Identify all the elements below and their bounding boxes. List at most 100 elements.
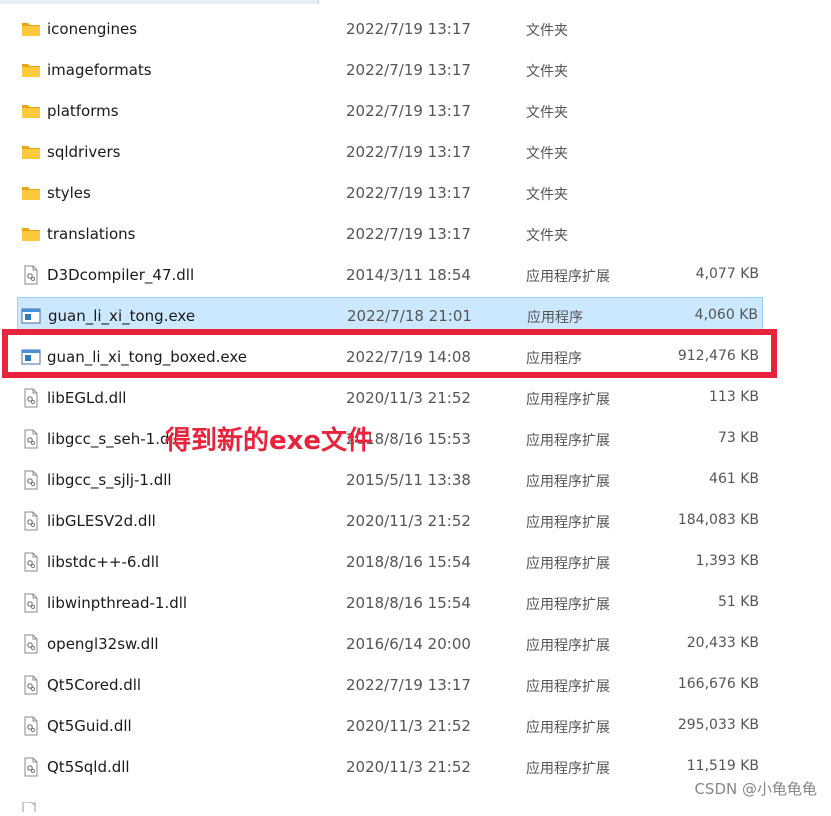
file-row[interactable]: libEGLd.dll 2020/11/3 21:52 应用程序扩展 113 KB xyxy=(17,379,763,417)
file-type: 应用程序扩展 xyxy=(526,761,610,777)
file-type: 文件夹 xyxy=(526,64,568,80)
column-divider[interactable] xyxy=(318,0,319,4)
file-date-modified: 2022/7/19 13:17 xyxy=(346,102,471,120)
file-date-modified: 2022/7/19 13:17 xyxy=(346,184,471,202)
file-row[interactable]: platforms 2022/7/19 13:17 文件夹 xyxy=(17,92,763,130)
file-row[interactable]: D3Dcompiler_47.dll 2014/3/11 18:54 应用程序扩展 4… xyxy=(17,256,763,294)
file-row[interactable]: Qt5Cored.dll 2022/7/19 13:17 应用程序扩展 166,676… xyxy=(17,666,763,704)
file-row[interactable]: sqldrivers 2022/7/19 13:17 文件夹 xyxy=(17,133,763,171)
file-name: libwinpthread-1.dll xyxy=(47,594,188,612)
file-name: guan_li_xi_tong.exe xyxy=(48,307,196,325)
file-date-modified: 2022/7/18 21:01 xyxy=(347,307,472,325)
file-type: 文件夹 xyxy=(526,228,568,244)
file-date-modified: 2016/6/14 20:00 xyxy=(346,635,471,653)
file-date-modified: 2014/3/11 18:54 xyxy=(346,266,471,284)
file-size: 73 KB xyxy=(717,430,759,446)
file-row[interactable]: Qt5Sqld.dll 2020/11/3 21:52 应用程序扩展 11,519 K… xyxy=(17,748,763,786)
dll-file-icon xyxy=(21,634,41,654)
file-row[interactable]: imageformats 2022/7/19 13:17 文件夹 xyxy=(17,51,763,89)
file-row[interactable]: styles 2022/7/19 13:17 文件夹 xyxy=(17,174,763,212)
file-date-modified: 2022/7/19 13:17 xyxy=(346,143,471,161)
dll-file-icon xyxy=(21,716,41,736)
dll-file-icon xyxy=(21,552,41,572)
file-type: 应用程序扩展 xyxy=(526,556,610,572)
file-date-modified: 2022/7/19 13:17 xyxy=(346,676,471,694)
file-row[interactable]: opengl32sw.dll 2016/6/14 20:00 应用程序扩展 20,43… xyxy=(17,625,763,663)
file-type: 文件夹 xyxy=(526,146,568,162)
file-type: 应用程序扩展 xyxy=(526,597,610,613)
dll-file-icon xyxy=(21,757,41,777)
file-date-modified: 2022/7/19 13:17 xyxy=(346,20,471,38)
file-type: 应用程序扩展 xyxy=(526,638,610,654)
file-date-modified: 2020/11/3 21:52 xyxy=(346,389,471,407)
file-size: 461 KB xyxy=(709,471,759,487)
file-name: styles xyxy=(47,184,91,202)
file-date-modified: 2020/11/3 21:52 xyxy=(346,758,471,776)
file-size: 51 KB xyxy=(717,594,759,610)
dll-file-icon xyxy=(21,388,41,408)
file-size: 166,676 KB xyxy=(677,676,759,692)
exe-file-icon xyxy=(21,306,41,326)
file-row[interactable]: libgcc_s_sjlj-1.dll 2015/5/11 13:38 应用程序扩展… xyxy=(17,461,763,499)
file-row[interactable]: libGLESV2d.dll 2020/11/3 21:52 应用程序扩展 184,0… xyxy=(17,502,763,540)
file-size: 295,033 KB xyxy=(677,717,759,733)
file-name: platforms xyxy=(47,102,119,120)
file-size: 1,393 KB xyxy=(695,553,759,569)
file-name: imageformats xyxy=(47,61,152,79)
file-row[interactable]: libgcc_s_seh-1.dll 2018/8/16 15:53 应用程序扩展 7… xyxy=(17,420,763,458)
red-highlight-box xyxy=(2,329,777,378)
file-type: 应用程序扩展 xyxy=(526,679,610,695)
file-name: libstdc++-6.dll xyxy=(47,553,160,571)
file-name: iconengines xyxy=(47,20,138,38)
name-column-header[interactable] xyxy=(0,0,318,4)
file-date-modified: 2020/11/3 21:52 xyxy=(346,717,471,735)
file-type: 应用程序扩展 xyxy=(526,720,610,736)
folder-icon xyxy=(21,224,41,244)
file-date-modified: 2022/7/19 13:17 xyxy=(346,61,471,79)
dll-file-icon xyxy=(21,593,41,613)
folder-icon xyxy=(21,19,41,39)
file-name: D3Dcompiler_47.dll xyxy=(47,266,195,284)
file-date-modified: 2020/11/3 21:52 xyxy=(346,512,471,530)
partial-file-icon xyxy=(21,797,37,812)
dll-file-icon xyxy=(21,429,41,449)
file-name: libGLESV2d.dll xyxy=(47,512,156,530)
file-type: 应用程序 xyxy=(527,310,583,326)
dll-file-icon xyxy=(21,265,41,285)
file-name: sqldrivers xyxy=(47,143,121,161)
file-type: 应用程序扩展 xyxy=(526,392,610,408)
file-size: 11,519 KB xyxy=(686,758,759,774)
file-type: 文件夹 xyxy=(526,105,568,121)
file-name: libEGLd.dll xyxy=(47,389,127,407)
file-size: 4,077 KB xyxy=(695,266,759,282)
file-name: libgcc_s_seh-1.dll xyxy=(47,430,178,448)
file-name: Qt5Guid.dll xyxy=(47,717,132,735)
file-date-modified: 2018/8/16 15:54 xyxy=(346,553,471,571)
folder-icon xyxy=(21,183,41,203)
watermark: CSDN @小龟龟龟 xyxy=(694,780,817,798)
file-name: translations xyxy=(47,225,136,243)
file-name: libgcc_s_sjlj-1.dll xyxy=(47,471,172,489)
file-type: 应用程序扩展 xyxy=(526,515,610,531)
folder-icon xyxy=(21,60,41,80)
file-size: 184,083 KB xyxy=(677,512,759,528)
file-row[interactable]: libstdc++-6.dll 2018/8/16 15:54 应用程序扩展 1,39… xyxy=(17,543,763,581)
column-header-strip xyxy=(0,0,831,4)
file-row[interactable]: translations 2022/7/19 13:17 文件夹 xyxy=(17,215,763,253)
file-type: 应用程序扩展 xyxy=(526,433,610,449)
file-name: Qt5Cored.dll xyxy=(47,676,142,694)
file-date-modified: 2018/8/16 15:54 xyxy=(346,594,471,612)
file-row[interactable]: iconengines 2022/7/19 13:17 文件夹 xyxy=(17,10,763,48)
file-size: 4,060 KB xyxy=(694,307,758,323)
dll-file-icon xyxy=(21,511,41,531)
file-size: 20,433 KB xyxy=(686,635,759,651)
file-row[interactable]: libwinpthread-1.dll 2018/8/16 15:54 应用程序扩展… xyxy=(17,584,763,622)
file-type: 文件夹 xyxy=(526,23,568,39)
file-row[interactable]: Qt5Guid.dll 2020/11/3 21:52 应用程序扩展 295,033 … xyxy=(17,707,763,745)
folder-icon xyxy=(21,101,41,121)
file-name: opengl32sw.dll xyxy=(47,635,159,653)
folder-icon xyxy=(21,142,41,162)
file-size: 113 KB xyxy=(709,389,759,405)
file-date-modified: 2022/7/19 13:17 xyxy=(346,225,471,243)
dll-file-icon xyxy=(21,675,41,695)
